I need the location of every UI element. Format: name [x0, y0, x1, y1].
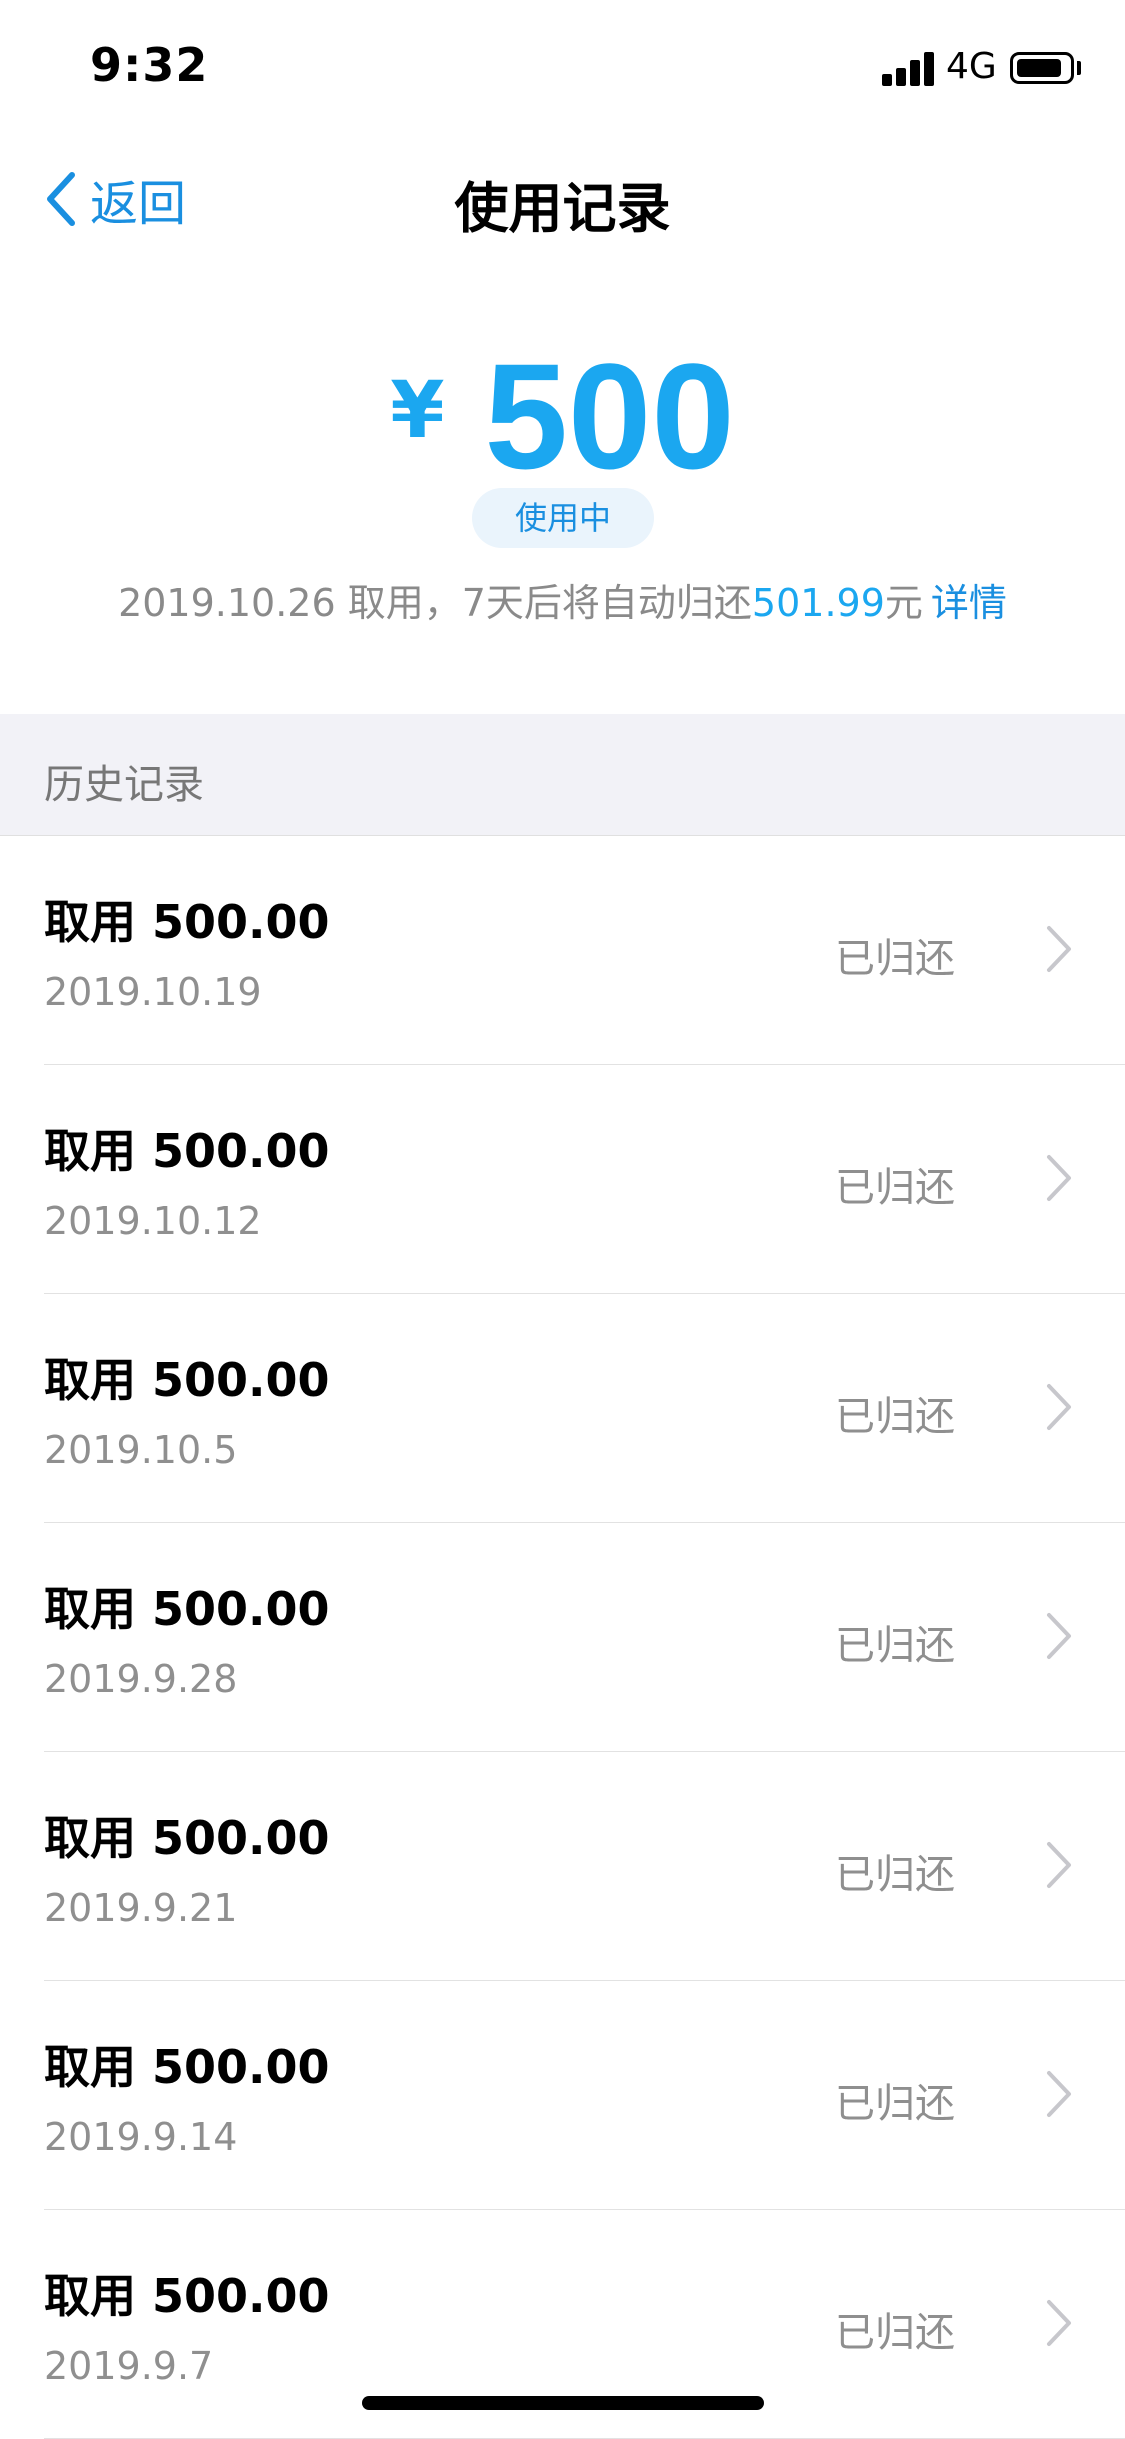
record-date: 2019.9.7 — [44, 2344, 214, 2388]
record-status: 已归还 — [835, 2081, 955, 2127]
record-status: 已归还 — [835, 936, 955, 982]
chevron-right-icon — [1047, 926, 1071, 972]
history-list: 取用 500.00 2019.10.19 已归还 取用 500.00 2019.10.1… — [0, 836, 1125, 2439]
usage-info: 2019.10.26 取用，7天后将自动归还501.99元 详情 — [0, 572, 1125, 627]
currency-unit: 元 — [884, 581, 923, 625]
chevron-right-icon — [1047, 2071, 1071, 2117]
record-title: 取用 500.00 — [44, 895, 330, 949]
history-section-header: 历史记录 — [0, 714, 1125, 836]
list-item[interactable]: 取用 500.00 2019.10.12 已归还 — [0, 1065, 1125, 1294]
chevron-right-icon — [1047, 2300, 1071, 2346]
amount-row: ¥500 — [0, 330, 1125, 503]
status-bar: 9:32 4G — [0, 0, 1125, 132]
battery-tip — [1077, 61, 1081, 75]
chevron-right-icon — [1047, 1155, 1071, 1201]
record-date: 2019.9.28 — [44, 1657, 238, 1701]
page-title: 使用记录 — [454, 177, 671, 240]
record-status: 已归还 — [835, 1623, 955, 1669]
list-item[interactable]: 取用 500.00 2019.10.19 已归还 — [0, 836, 1125, 1065]
usage-info-text: 2019.10.26 取用，7天后将自动归还 — [118, 581, 752, 625]
record-title: 取用 500.00 — [44, 1811, 330, 1865]
record-title: 取用 500.00 — [44, 1124, 330, 1178]
chevron-right-icon — [1047, 1613, 1071, 1659]
record-status: 已归还 — [835, 1165, 955, 1211]
status-time: 9:32 — [90, 38, 209, 92]
home-indicator — [362, 2396, 764, 2410]
chevron-right-icon — [1047, 1384, 1071, 1430]
details-link[interactable]: 详情 — [931, 581, 1007, 625]
current-amount: 500 — [484, 332, 735, 500]
battery-icon — [1010, 52, 1074, 84]
record-status: 已归还 — [835, 2310, 955, 2356]
record-title: 取用 500.00 — [44, 1353, 330, 1407]
record-date: 2019.10.5 — [44, 1428, 238, 1472]
network-type: 4G — [946, 46, 997, 87]
status-badge: 使用中 — [472, 488, 654, 548]
record-date: 2019.9.14 — [44, 2115, 238, 2159]
history-header-label: 历史记录 — [44, 762, 204, 808]
list-item[interactable]: 取用 500.00 2019.10.5 已归还 — [0, 1294, 1125, 1523]
list-item[interactable]: 取用 500.00 2019.9.21 已归还 — [0, 1752, 1125, 1981]
record-status: 已归还 — [835, 1394, 955, 1440]
navigation-bar: 返回 使用记录 — [0, 132, 1125, 262]
return-amount: 501.99 — [751, 581, 885, 625]
record-date: 2019.10.12 — [44, 1199, 262, 1243]
record-date: 2019.9.21 — [44, 1886, 238, 1930]
record-status: 已归还 — [835, 1852, 955, 1898]
record-title: 取用 500.00 — [44, 2269, 330, 2323]
list-item[interactable]: 取用 500.00 2019.9.28 已归还 — [0, 1523, 1125, 1752]
currency-symbol: ¥ — [390, 365, 445, 456]
chevron-right-icon — [1047, 1842, 1071, 1888]
record-title: 取用 500.00 — [44, 2040, 330, 2094]
list-item[interactable]: 取用 500.00 2019.9.14 已归还 — [0, 1981, 1125, 2210]
record-date: 2019.10.19 — [44, 970, 262, 1014]
usage-summary: ¥500 使用中 2019.10.26 取用，7天后将自动归还501.99元 详情 — [0, 300, 1125, 710]
cellular-signal-icon — [882, 52, 934, 86]
record-title: 取用 500.00 — [44, 1582, 330, 1636]
